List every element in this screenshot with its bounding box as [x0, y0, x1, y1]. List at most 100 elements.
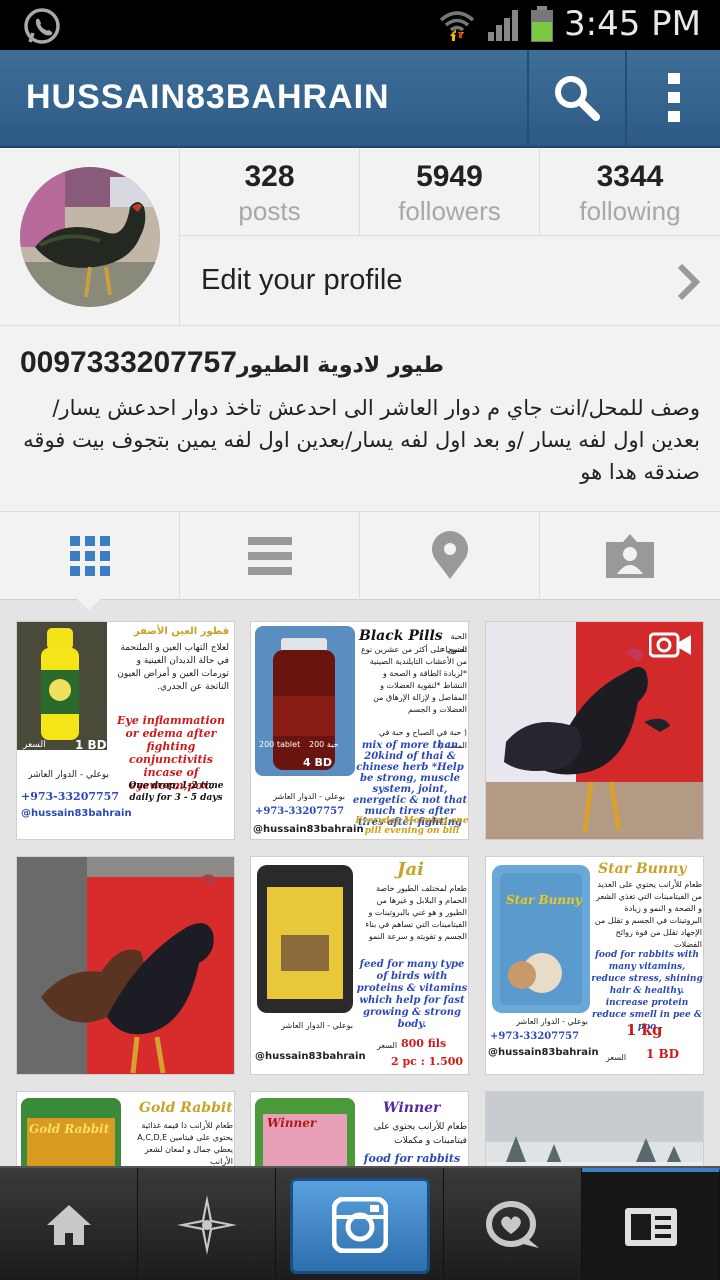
- winner-bag: [255, 1098, 355, 1166]
- camera-icon: [331, 1197, 388, 1253]
- explore-icon: [176, 1195, 237, 1255]
- roosters-photo: [17, 857, 234, 1074]
- post-description-arabic: طعام لمختلف الطيور خاصة الحمام و البلابل…: [365, 884, 467, 941]
- tab-grid[interactable]: [0, 512, 180, 610]
- post-tile[interactable]: Gold Rabbit Gold Rabbit طعام للأرانب ذا …: [16, 1091, 235, 1166]
- post-description-arabic: تحتوي على أكثر من عشرين نوع من الأعشاب ا…: [360, 645, 467, 714]
- tab-list[interactable]: [180, 512, 360, 600]
- post-description: mix of more than 20kind of thai & chines…: [352, 740, 468, 828]
- post-description-arabic: لعلاج التهاب العين و الملتحمة في حالة ال…: [117, 643, 229, 692]
- post-handle: @hussain83bahrain: [21, 808, 132, 819]
- post-tile[interactable]: [485, 1091, 704, 1166]
- more-icon: [667, 73, 680, 122]
- profile-bio: 0097333207757طيور لادوية الطيور وصف للمح…: [0, 326, 720, 512]
- post-tile[interactable]: Star Bunny Star Bunny طعام للأرانب يحتوي…: [485, 856, 704, 1075]
- profile-name-arabic: طيور لادوية الطيور: [236, 353, 445, 378]
- following-count[interactable]: 3344 following: [540, 148, 720, 236]
- profile-view-tabs: [0, 512, 720, 610]
- post-tile[interactable]: 1 BD السعر قطور العين الأصفر لعلاج التها…: [16, 621, 235, 840]
- post-location: بوعلي - الدوار العاشر: [516, 1017, 588, 1026]
- signal-icon: [488, 10, 518, 41]
- post-handle: @hussain83bahrain: [253, 824, 364, 835]
- profile-full-name: 0097333207757طيور لادوية الطيور: [20, 346, 700, 380]
- post-phone: +973-33207757: [255, 806, 345, 817]
- post-title: Black Pills: [359, 628, 443, 644]
- bag-label: Winner: [267, 1116, 317, 1130]
- jar-label-arabic: 200 حبة: [309, 740, 339, 749]
- post-price-arabic: السعر: [606, 1053, 627, 1062]
- post-price-bundle: 2 pc : 1.500: [391, 1055, 464, 1068]
- winter-photo: [486, 1092, 703, 1166]
- nav-camera[interactable]: [276, 1168, 444, 1280]
- bottom-navigation: [0, 1166, 720, 1280]
- post-title: Star Bunny: [598, 861, 687, 877]
- post-dosage: Everyday Morning one pill evening on bil…: [355, 816, 469, 836]
- post-description-arabic: طعام للأرانب ذا قيمة غذائية يحتوي على في…: [137, 1121, 233, 1166]
- post-handle: @hussain83bahrain: [488, 1047, 599, 1058]
- post-phone: +973-33207757: [490, 1031, 580, 1042]
- avatar-rooster-photo: [20, 167, 160, 307]
- followers-count[interactable]: 5949 followers: [360, 148, 540, 236]
- battery-icon: [531, 6, 553, 42]
- tagged-photos-icon: [606, 534, 654, 578]
- post-description-arabic: طعام للأرانب يحتوي على العديد من الفيتام…: [594, 880, 702, 949]
- tab-tagged[interactable]: [540, 512, 720, 600]
- post-price-arabic: السعر: [23, 740, 46, 750]
- post-title: قطور العين الأصفر: [133, 626, 229, 637]
- post-location: بوعلي - الدوار العاشر: [273, 792, 345, 801]
- nav-home[interactable]: [0, 1168, 138, 1280]
- eye-drops-bottle: [17, 622, 107, 750]
- news-icon: [485, 1201, 539, 1248]
- stat-value: 3344: [596, 160, 664, 193]
- post-price: 1 BD: [646, 1047, 680, 1061]
- post-price: 1 BD: [75, 738, 107, 752]
- black-pills-jar: [255, 626, 355, 776]
- posts-count[interactable]: 328 posts: [180, 148, 360, 236]
- search-button[interactable]: [527, 50, 625, 146]
- screen: 3:45 PM HUSSAIN83BAHRAIN 328 posts 5949 …: [0, 0, 720, 1280]
- wifi-icon: [439, 11, 475, 41]
- post-price-arabic: السعر: [377, 1041, 398, 1050]
- post-tile[interactable]: [16, 856, 235, 1075]
- jar-label: 200 tablet: [259, 740, 301, 749]
- edit-profile-button[interactable]: Edit your profile: [180, 236, 720, 326]
- jai-feed-bag: [257, 865, 353, 1013]
- nav-profile[interactable]: [582, 1168, 720, 1280]
- profile-number: 0097333207757: [20, 346, 237, 379]
- stat-label: following: [579, 196, 681, 226]
- tab-map[interactable]: [360, 512, 540, 600]
- avatar[interactable]: [20, 167, 160, 307]
- posts-grid: 1 BD السعر قطور العين الأصفر لعلاج التها…: [0, 600, 720, 1166]
- profile-header: 328 posts 5949 followers 3344 following …: [0, 148, 720, 326]
- location-icon: [431, 531, 468, 579]
- post-title: Winner: [383, 1100, 441, 1116]
- home-icon: [46, 1205, 91, 1245]
- more-options-button[interactable]: [625, 50, 720, 146]
- grid-view-icon: [69, 536, 110, 576]
- stat-value: 328: [244, 160, 295, 193]
- post-title: Jai: [397, 859, 425, 880]
- profile-stats: 328 posts 5949 followers 3344 following: [180, 148, 720, 236]
- post-tile[interactable]: 200 tablet 200 حبة 4 BD Black Pills الحب…: [250, 621, 469, 840]
- post-description-arabic: طعام للأرانب يحتوي على فيتامينات و مكملا…: [373, 1122, 467, 1146]
- bag-label: Gold Rabbit: [29, 1122, 110, 1136]
- bio-text: وصف للمحل/انت جاي م دوار العاشر الى احدع…: [23, 396, 700, 484]
- post-location: بوعلي - الدوار العاشر: [28, 770, 109, 780]
- post-phone: +973-33207757: [21, 790, 119, 803]
- nav-news[interactable]: [444, 1168, 582, 1280]
- profile-username: HUSSAIN83BAHRAIN: [26, 78, 390, 116]
- post-tile[interactable]: [485, 621, 704, 840]
- nav-explore[interactable]: [138, 1168, 276, 1280]
- list-view-icon: [247, 537, 292, 575]
- post-dosage: One drop, 1-2 time daily for 3 - 5 days: [128, 781, 224, 803]
- post-tile[interactable]: Winner Winner طعام للأرانب يحتوي على فيت…: [250, 1091, 469, 1166]
- post-description: feed for many type of birds with protein…: [356, 959, 468, 1030]
- status-bar: 3:45 PM: [0, 0, 720, 50]
- active-tab-pointer: [76, 598, 102, 610]
- app-bar: HUSSAIN83BAHRAIN: [0, 50, 720, 148]
- post-title: Gold Rabbit: [139, 1100, 233, 1116]
- clock: 3:45 PM: [564, 4, 701, 44]
- chevron-right-icon: [677, 263, 701, 301]
- video-icon: [649, 632, 691, 658]
- post-tile[interactable]: Jai طعام لمختلف الطيور خاصة الحمام و الب…: [250, 856, 469, 1075]
